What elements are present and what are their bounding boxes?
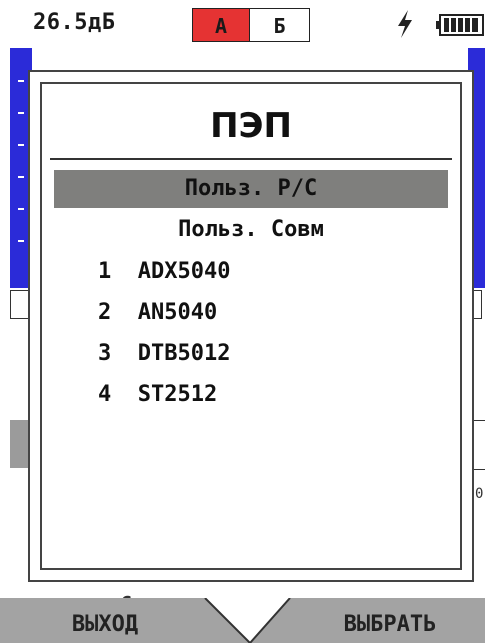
bg-partial-value: 0 [475,486,484,502]
status-bar: 26.5дБ А Б [0,0,485,48]
probe-name: ADX5040 [137,259,231,284]
dialog-title: ПЭП [210,106,292,146]
probe-dialog-frame: ПЭП Польз. Р/С Польз. Совм 1 ADX5040 2 A… [40,82,462,570]
probe-item[interactable]: 2 AN5040 [98,295,217,331]
probe-number: 4 [98,382,112,407]
probe-name: DTB5012 [137,341,231,366]
bg-indicator-bar [10,420,30,468]
probe-item[interactable]: 3 DTB5012 [98,336,230,372]
probe-number: 1 [98,259,112,284]
lightning-bolt-icon [398,10,412,38]
exit-button[interactable]: ВЫХОД [10,606,200,642]
select-button[interactable]: ВЫБРАТЬ [300,606,480,642]
probe-item[interactable]: 4 ST2512 [98,377,217,413]
channel-tab-a[interactable]: А [192,8,250,42]
probe-number: 3 [98,341,112,366]
probe-number: 2 [98,300,112,325]
option-user-pc[interactable]: Польз. Р/С [54,170,448,208]
channel-tab-b[interactable]: Б [250,8,310,42]
probe-item[interactable]: 1 ADX5040 [98,254,230,290]
title-divider [50,158,452,160]
probe-name: AN5040 [137,300,218,325]
gain-readout: 26.5дБ [33,10,116,35]
probe-name: ST2512 [137,382,218,407]
option-user-combined[interactable]: Польз. Совм [54,211,448,249]
battery-full-icon [436,14,484,36]
probe-dialog: ПЭП Польз. Р/С Польз. Совм 1 ADX5040 2 A… [28,70,474,582]
